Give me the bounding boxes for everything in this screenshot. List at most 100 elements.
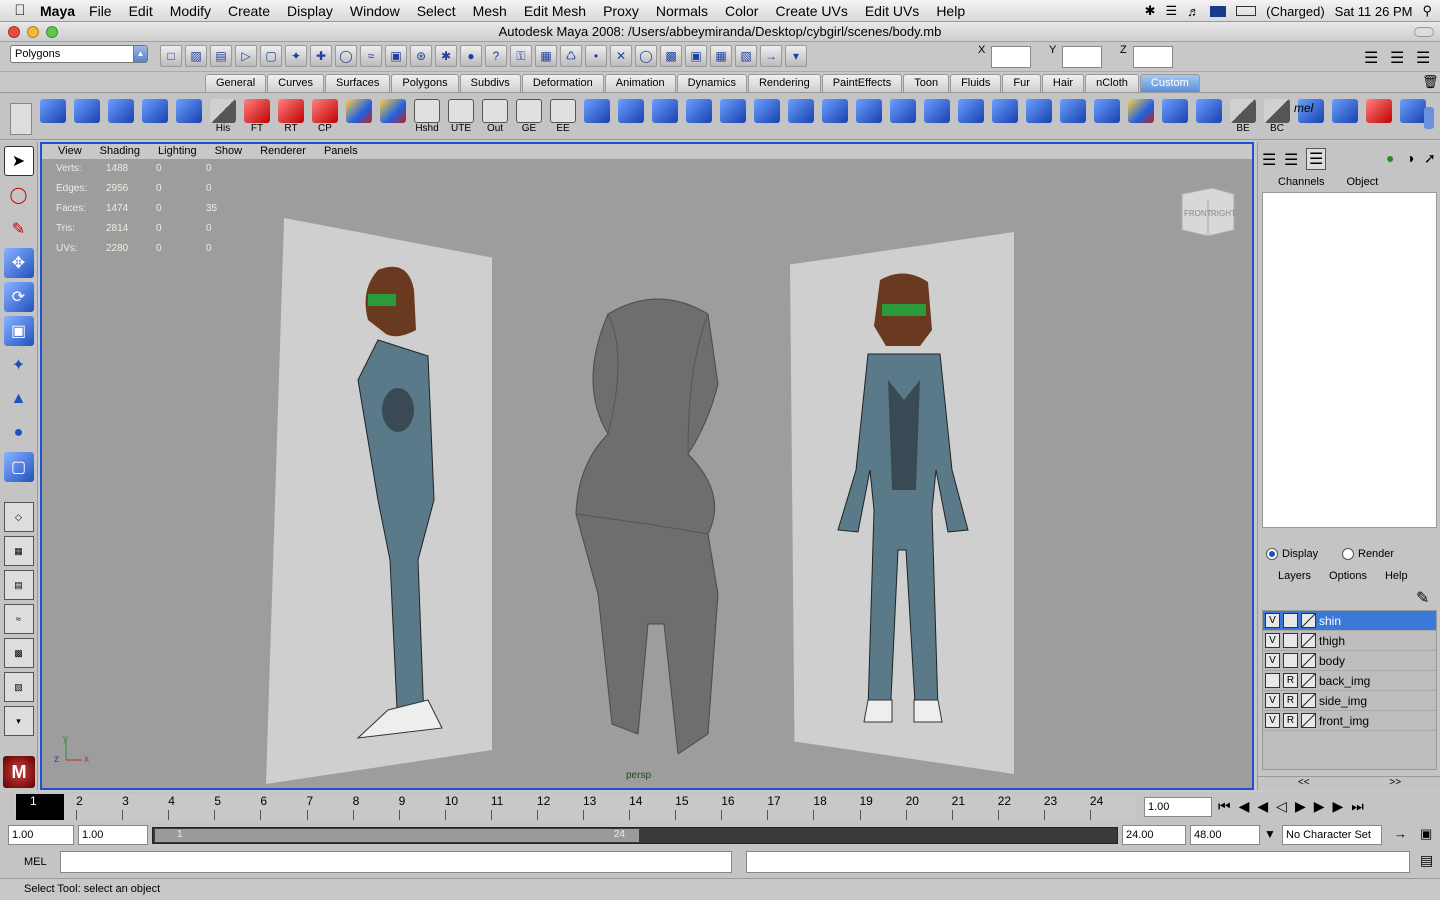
shelf-tab-painteffects[interactable]: PaintEffects (821, 74, 903, 92)
select-render-icon[interactable]: ● (460, 45, 482, 67)
mac-menu-color[interactable]: Color (725, 3, 758, 19)
auto-key-icon[interactable]: → (1394, 826, 1407, 841)
layer-visibility-toggle[interactable]: V (1265, 633, 1280, 648)
layer-display-type-toggle[interactable]: R (1283, 693, 1298, 708)
shelf-tool-13-icon[interactable]: Out (480, 99, 510, 135)
select-joint-icon[interactable]: ◯ (335, 45, 357, 67)
current-time-field[interactable]: 1.00 (1144, 797, 1212, 817)
mac-menu-edit[interactable]: Edit (129, 3, 153, 19)
shelf-tool-27-icon[interactable] (956, 99, 986, 135)
menu-set-select[interactable]: Polygons ▲ (10, 45, 148, 63)
channel-layer-mode-icon[interactable]: ☰ (1306, 148, 1327, 170)
shelf-tool-2-icon[interactable] (106, 99, 136, 135)
shelf-tool-6-icon[interactable]: FT (242, 99, 272, 135)
render-settings-icon[interactable]: → (760, 45, 782, 67)
command-language-label[interactable]: MEL (24, 856, 47, 868)
shelf-tool-28-icon[interactable] (990, 99, 1020, 135)
shelf-menu-button[interactable] (10, 103, 32, 135)
mac-menu-window[interactable]: Window (350, 3, 400, 19)
shelf-tool-29-icon[interactable] (1024, 99, 1054, 135)
snap-plane-icon[interactable]: ✕ (610, 45, 632, 67)
layer-color-swatch[interactable] (1301, 613, 1316, 628)
close-button[interactable] (8, 26, 20, 38)
shelf-tool-33-icon[interactable] (1160, 99, 1190, 135)
mac-menu-normals[interactable]: Normals (656, 3, 708, 19)
layer-row-body[interactable]: Vbody (1263, 651, 1436, 671)
layout-menu-icon[interactable]: ▾ (3, 706, 34, 736)
step-forward-key-icon[interactable]: ▶ (1333, 798, 1344, 815)
snap-point-icon[interactable]: • (585, 45, 607, 67)
layer-menu-layers[interactable]: Layers (1278, 570, 1311, 582)
shelf-tool-21-icon[interactable] (752, 99, 782, 135)
select-surface-icon[interactable]: ▣ (385, 45, 407, 67)
shelf-tab-hair[interactable]: Hair (1041, 74, 1085, 92)
step-back-frame-icon[interactable]: ◀ (1257, 798, 1268, 815)
lasso-tool-icon[interactable]: ◯ (4, 180, 34, 210)
shelf-tab-dynamics[interactable]: Dynamics (676, 74, 747, 92)
shelf-tool-25-icon[interactable] (888, 99, 918, 135)
select-tool-icon[interactable]: ➤ (3, 146, 34, 176)
shelf-tab-surfaces[interactable]: Surfaces (324, 74, 391, 92)
snap-curve-icon[interactable]: ♺ (560, 45, 582, 67)
input-line-icon[interactable]: ▾ (785, 45, 807, 67)
shelf-tab-general[interactable]: General (205, 74, 267, 92)
layer-color-swatch[interactable] (1301, 693, 1316, 708)
shelf-tool-0-icon[interactable] (38, 99, 68, 135)
shelf-tool-15-icon[interactable]: EE (548, 99, 578, 135)
shelf-tab-deformation[interactable]: Deformation (521, 74, 604, 92)
shelf-tool-22-icon[interactable] (786, 99, 816, 135)
step-back-key-icon[interactable]: ◀ (1239, 798, 1250, 815)
go-to-start-icon[interactable]: ⏮ (1218, 798, 1231, 815)
layer-menu-help[interactable]: Help (1385, 570, 1408, 582)
layer-display-type-toggle[interactable]: R (1283, 673, 1298, 688)
render-frame-icon[interactable]: ▦ (710, 45, 732, 67)
open-scene-icon[interactable]: ▨ (185, 45, 207, 67)
object-tab[interactable]: Object (1346, 176, 1378, 188)
panel-menu-view[interactable]: View (58, 144, 82, 159)
shelf-tool-23-icon[interactable] (820, 99, 850, 135)
y-field[interactable] (1062, 46, 1102, 68)
shelf-tool-12-icon[interactable]: UTE (446, 99, 476, 135)
layer-visibility-toggle[interactable] (1265, 673, 1280, 688)
single-pane-layout-icon[interactable]: ◇ (3, 502, 34, 532)
select-dynamic-icon[interactable]: ✱ (435, 45, 457, 67)
shelf-tool-11-icon[interactable]: Hshd (412, 99, 442, 135)
shelf-tool-30-icon[interactable] (1058, 99, 1088, 135)
shelf-tool-9-icon[interactable] (344, 99, 374, 135)
viewcube-front-label[interactable]: FRONT (1184, 209, 1212, 218)
custom-layout-icon[interactable]: ▧ (3, 672, 34, 702)
shelf-scroll[interactable] (1424, 107, 1434, 129)
mac-menu-file[interactable]: File (89, 3, 112, 19)
render-view-icon[interactable]: ▣ (685, 45, 707, 67)
channels-tab[interactable]: Channels (1278, 176, 1324, 188)
shelf-tab-custom[interactable]: Custom (1139, 74, 1200, 92)
shelf-tool-4-icon[interactable] (174, 99, 204, 135)
shelf-tool-8-icon[interactable]: CP (310, 99, 340, 135)
range-bar[interactable]: 1 24 (152, 827, 1118, 844)
channel-box-icon[interactable]: ☰ (1416, 48, 1430, 68)
mac-menu-edit-mesh[interactable]: Edit Mesh (524, 3, 586, 19)
shape-icon[interactable]: ● (1386, 150, 1394, 166)
rotate-tool-icon[interactable]: ⟳ (3, 282, 34, 312)
panel-menu-show[interactable]: Show (215, 144, 243, 159)
pin-icon[interactable]: ➚ (1424, 150, 1436, 167)
animation-end-field[interactable]: 48.00 (1190, 825, 1260, 845)
render-layer-radio[interactable]: Render (1342, 548, 1394, 560)
layer-display-type-toggle[interactable] (1283, 633, 1298, 648)
mac-menu-create[interactable]: Create (228, 3, 270, 19)
viewcube-right-label[interactable]: RIGHT (1211, 209, 1236, 218)
mac-menu-create-uvs[interactable]: Create UVs (775, 3, 847, 19)
make-live-icon[interactable]: ◯ (635, 45, 657, 67)
shelf-tool-5-icon[interactable]: His (208, 99, 238, 135)
shelf-tab-animation[interactable]: Animation (604, 74, 676, 92)
layer-display-type-toggle[interactable]: R (1283, 713, 1298, 728)
move-tool-icon[interactable]: ✥ (3, 248, 34, 278)
shelf-tool-39-icon[interactable] (1364, 99, 1394, 135)
playback-start-field[interactable]: 1.00 (78, 825, 148, 845)
panel-menu-panels[interactable]: Panels (324, 144, 358, 159)
last-tool-icon[interactable]: ▢ (3, 452, 34, 482)
shelf-tool-16-icon[interactable] (582, 99, 612, 135)
flag-icon[interactable] (1210, 5, 1227, 17)
layer-visibility-toggle[interactable]: V (1265, 693, 1280, 708)
play-backward-icon[interactable]: ◁ (1276, 798, 1287, 815)
